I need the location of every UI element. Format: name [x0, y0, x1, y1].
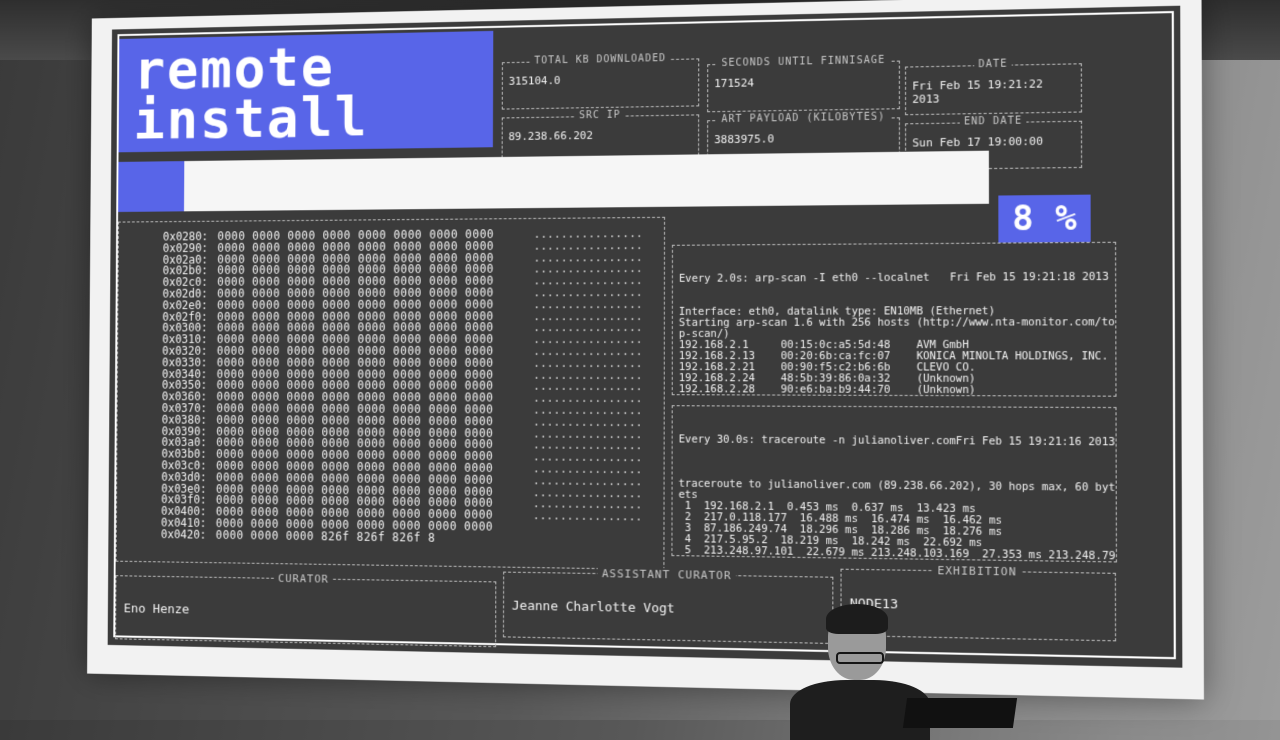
assistant-curator-panel: ASSISTANT CURATOR Jeanne Charlotte Vogt — [502, 567, 834, 644]
presenter-hair — [826, 604, 888, 634]
end-date-label: END DATE — [959, 115, 1027, 128]
download-progress — [118, 150, 989, 212]
progress-track — [118, 150, 989, 212]
src-ip-value: 89.238.66.202 — [508, 128, 593, 144]
hexdump-panel: 0x0280: 0000 0000 0000 0000 0000 0000 000… — [115, 216, 666, 571]
seconds-value: 171524 — [714, 76, 755, 91]
presenter-glasses — [836, 652, 884, 664]
progress-percent: 8 % — [998, 194, 1091, 243]
curator-label: CURATOR — [274, 571, 333, 586]
total-kb-label: TOTAL KB DOWNLOADED — [530, 52, 670, 67]
arp-line: Starting arp-scan 1.6 with 256 hosts (ht… — [678, 315, 1117, 329]
exhibition-label: EXHIBITION — [933, 563, 1022, 579]
traceroute-output: traceroute to julianoliver.com (89.238.6… — [678, 468, 1116, 563]
curator-panel: CURATOR Eno Henze — [115, 571, 497, 648]
progress-fill — [118, 161, 185, 212]
hexdump-ascii: ................ — [532, 508, 643, 524]
date-label: DATE — [974, 58, 1012, 71]
date-value: Fri Feb 15 19:21:22 2013 — [912, 77, 1043, 106]
curator-name: Eno Henze — [123, 601, 190, 618]
traceroute-time: Fri Feb 15 19:21:16 2013 — [955, 435, 1116, 449]
arp-command: Every 2.0s: arp-scan -I eth0 --localnet — [678, 271, 930, 285]
date-panel: DATE Fri Feb 15 19:21:22 2013 — [905, 58, 1082, 116]
hexdump-address: 0x0420: — [160, 527, 207, 542]
seconds-panel: SECONDS UNTIL FINNISAGE 171524 — [707, 54, 900, 113]
seconds-label: SECONDS UNTIL FINNISAGE — [717, 54, 890, 70]
app-title: remote install — [118, 30, 494, 153]
projection-screen: remote install TOTAL KB DOWNLOADED 31510… — [87, 0, 1204, 700]
src-ip-label: SRC IP — [575, 109, 625, 122]
total-kb-panel: TOTAL KB DOWNLOADED 315104.0 — [501, 52, 700, 110]
dashboard: remote install TOTAL KB DOWNLOADED 31510… — [107, 5, 1183, 668]
total-kb-value: 315104.0 — [508, 73, 561, 88]
traceroute-terminal: Every 30.0s: traceroute -n julianoliver.… — [671, 405, 1117, 563]
arp-time: Fri Feb 15 19:21:18 2013 — [949, 270, 1109, 284]
laptop — [902, 698, 1018, 728]
assistant-curator-name: Jeanne Charlotte Vogt — [511, 598, 675, 617]
assistant-curator-label: ASSISTANT CURATOR — [597, 567, 736, 583]
art-payload-value: 3883975.0 — [714, 132, 775, 147]
art-payload-label: ART PAYLOAD (KILOBYTES) — [717, 111, 890, 126]
traceroute-command: Every 30.0s: traceroute -n julianoliver.… — [678, 433, 956, 448]
arp-scan-terminal: Every 2.0s: arp-scan -I eth0 --localnet F… — [671, 241, 1117, 397]
arp-output: Interface: eth0, datalink type: EN10MB (… — [678, 305, 1117, 397]
